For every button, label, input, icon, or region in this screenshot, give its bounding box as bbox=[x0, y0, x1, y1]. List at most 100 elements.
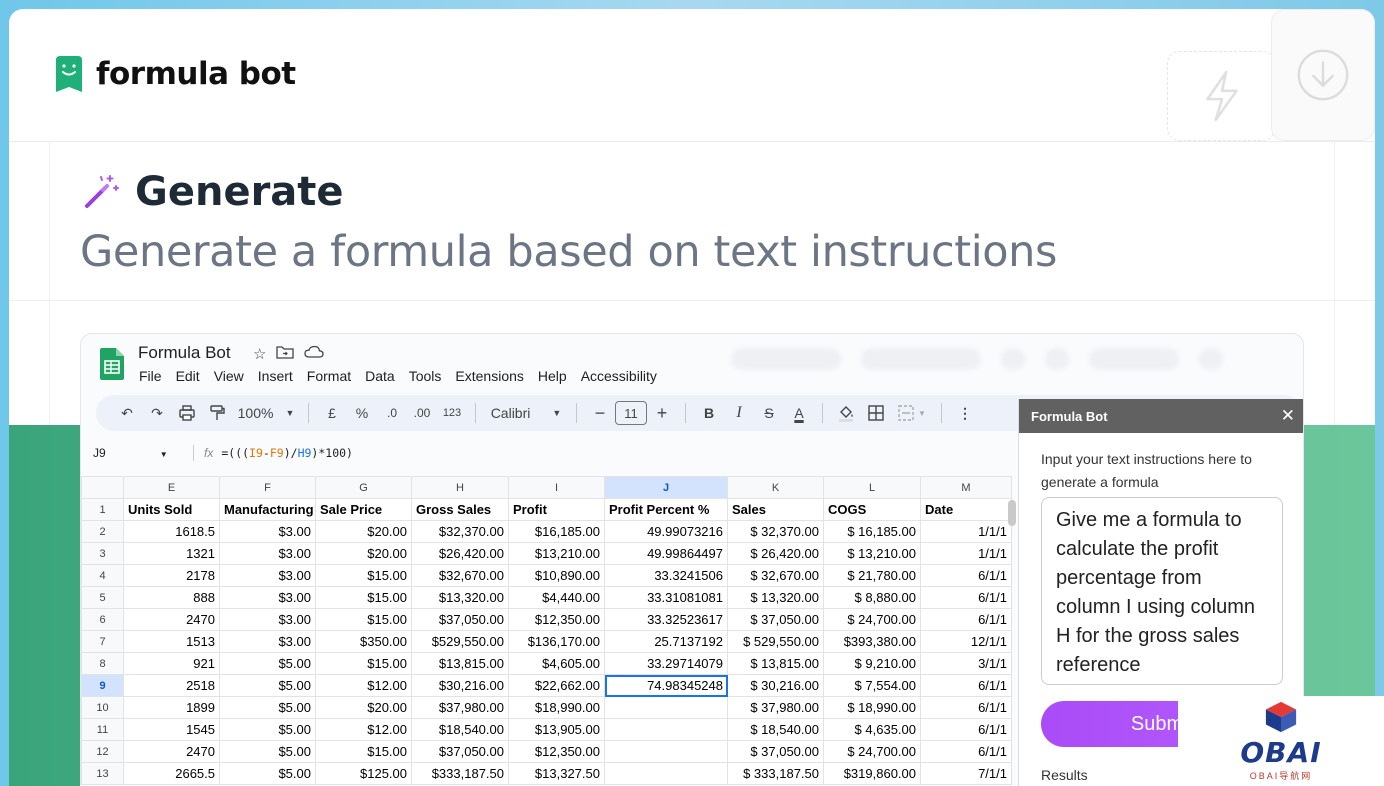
table-cell[interactable] bbox=[604, 762, 728, 785]
table-cell[interactable]: $16,185.00 bbox=[508, 520, 605, 543]
formula-input[interactable]: =(((I9-F9)/H9)*100) bbox=[221, 446, 353, 460]
table-cell[interactable] bbox=[604, 696, 728, 719]
header-cell[interactable]: Profit bbox=[508, 498, 605, 521]
table-cell[interactable]: 1513 bbox=[123, 630, 220, 653]
table-cell[interactable]: $ 333,187.50 bbox=[727, 762, 824, 785]
table-cell[interactable]: 6/1/1 bbox=[920, 608, 1012, 631]
row-header[interactable]: 2 bbox=[81, 520, 124, 543]
cloud-status-icon[interactable] bbox=[304, 345, 325, 363]
table-cell[interactable]: $15.00 bbox=[315, 740, 412, 763]
table-cell[interactable]: 25.7137192 bbox=[604, 630, 728, 653]
row-header[interactable]: 12 bbox=[81, 740, 124, 763]
menu-format[interactable]: Format bbox=[307, 368, 351, 384]
table-cell[interactable]: 33.29714079 bbox=[604, 652, 728, 675]
table-cell[interactable]: 33.31081081 bbox=[604, 586, 728, 609]
header-cell[interactable]: Gross Sales bbox=[411, 498, 509, 521]
column-header-e[interactable]: E bbox=[123, 476, 220, 499]
header-cell[interactable]: Sale Price bbox=[315, 498, 412, 521]
table-cell[interactable]: 33.3241506 bbox=[604, 564, 728, 587]
table-cell[interactable]: $5.00 bbox=[219, 696, 316, 719]
table-cell[interactable]: $13,327.50 bbox=[508, 762, 605, 785]
bold-button[interactable]: B bbox=[694, 399, 724, 427]
menu-edit[interactable]: Edit bbox=[176, 368, 200, 384]
row-header[interactable]: 6 bbox=[81, 608, 124, 631]
table-cell[interactable]: 6/1/1 bbox=[920, 586, 1012, 609]
table-cell[interactable]: $ 24,700.00 bbox=[823, 740, 921, 763]
header-cell[interactable]: Manufacturing bbox=[219, 498, 316, 521]
table-cell[interactable]: 6/1/1 bbox=[920, 564, 1012, 587]
table-cell[interactable]: $5.00 bbox=[219, 674, 316, 697]
row-header[interactable]: 11 bbox=[81, 718, 124, 741]
table-cell[interactable]: $13,815.00 bbox=[411, 652, 509, 675]
table-cell[interactable]: 2178 bbox=[123, 564, 220, 587]
table-cell[interactable]: $ 30,216.00 bbox=[727, 674, 824, 697]
table-cell[interactable]: $ 26,420.00 bbox=[727, 542, 824, 565]
undo-icon[interactable]: ↶ bbox=[112, 399, 142, 427]
table-cell[interactable]: 12/1/1 bbox=[920, 630, 1012, 653]
table-cell[interactable] bbox=[604, 740, 728, 763]
table-cell[interactable]: $13,320.00 bbox=[411, 586, 509, 609]
table-cell[interactable]: $5.00 bbox=[219, 740, 316, 763]
row-header[interactable]: 5 bbox=[81, 586, 124, 609]
table-cell[interactable]: $ 18,540.00 bbox=[727, 718, 824, 741]
table-cell[interactable]: $350.00 bbox=[315, 630, 412, 653]
table-cell[interactable]: $15.00 bbox=[315, 586, 412, 609]
table-cell[interactable]: $37,050.00 bbox=[411, 740, 509, 763]
menu-accessibility[interactable]: Accessibility bbox=[581, 368, 657, 384]
table-cell[interactable]: 2518 bbox=[123, 674, 220, 697]
row-header[interactable]: 7 bbox=[81, 630, 124, 653]
table-cell[interactable]: 921 bbox=[123, 652, 220, 675]
row-header[interactable]: 3 bbox=[81, 542, 124, 565]
column-header-j[interactable]: J bbox=[604, 476, 728, 499]
row-header[interactable]: 9 bbox=[81, 674, 124, 697]
close-icon[interactable]: ✕ bbox=[1281, 406, 1295, 426]
corner-cell[interactable] bbox=[81, 476, 124, 499]
header-cell[interactable]: Units Sold bbox=[123, 498, 220, 521]
table-cell[interactable]: $ 7,554.00 bbox=[823, 674, 921, 697]
vertical-scrollbar[interactable] bbox=[1008, 500, 1016, 526]
instruction-textarea[interactable]: Give me a formula to calculate the profi… bbox=[1041, 497, 1283, 685]
table-cell[interactable]: 6/1/1 bbox=[920, 740, 1012, 763]
table-cell[interactable]: $37,050.00 bbox=[411, 608, 509, 631]
table-cell[interactable]: $5.00 bbox=[219, 762, 316, 785]
merge-cells-icon[interactable]: ▼ bbox=[891, 399, 933, 427]
decrease-font-size-button[interactable]: − bbox=[585, 399, 615, 427]
more-formats-button[interactable]: 123 bbox=[437, 399, 467, 427]
table-cell[interactable]: $3.00 bbox=[219, 586, 316, 609]
table-cell[interactable]: $ 13,815.00 bbox=[727, 652, 824, 675]
table-cell[interactable]: $5.00 bbox=[219, 718, 316, 741]
borders-icon[interactable] bbox=[861, 399, 891, 427]
currency-format-button[interactable]: £ bbox=[317, 399, 347, 427]
font-select[interactable]: Calibri ▼ bbox=[484, 399, 568, 427]
row-header[interactable]: 1 bbox=[81, 498, 124, 521]
percent-format-button[interactable]: % bbox=[347, 399, 377, 427]
column-header-m[interactable]: M bbox=[920, 476, 1012, 499]
table-cell[interactable]: 888 bbox=[123, 586, 220, 609]
table-cell[interactable]: $ 37,050.00 bbox=[727, 740, 824, 763]
table-cell[interactable]: 49.99864497 bbox=[604, 542, 728, 565]
column-header-i[interactable]: I bbox=[508, 476, 605, 499]
table-cell[interactable]: $ 16,185.00 bbox=[823, 520, 921, 543]
text-color-button[interactable]: A bbox=[784, 399, 814, 427]
table-cell[interactable]: $20.00 bbox=[315, 520, 412, 543]
table-cell[interactable]: $20.00 bbox=[315, 542, 412, 565]
table-cell[interactable]: $ 529,550.00 bbox=[727, 630, 824, 653]
font-size-input[interactable]: 11 bbox=[615, 401, 647, 425]
table-cell[interactable]: $393,380.00 bbox=[823, 630, 921, 653]
brand[interactable]: formula bot bbox=[54, 54, 296, 94]
table-cell[interactable]: 6/1/1 bbox=[920, 674, 1012, 697]
table-cell[interactable]: $18,540.00 bbox=[411, 718, 509, 741]
more-options-icon[interactable]: ⋮ bbox=[950, 399, 980, 427]
table-cell[interactable]: 6/1/1 bbox=[920, 718, 1012, 741]
table-cell[interactable]: $15.00 bbox=[315, 608, 412, 631]
table-cell[interactable]: $ 13,320.00 bbox=[727, 586, 824, 609]
table-cell[interactable]: $ 8,880.00 bbox=[823, 586, 921, 609]
table-cell[interactable]: $12.00 bbox=[315, 718, 412, 741]
table-cell[interactable]: $ 24,700.00 bbox=[823, 608, 921, 631]
increase-decimal-button[interactable]: .00 bbox=[407, 399, 437, 427]
menu-file[interactable]: File bbox=[139, 368, 162, 384]
row-header[interactable]: 10 bbox=[81, 696, 124, 719]
table-cell[interactable]: $15.00 bbox=[315, 564, 412, 587]
name-box[interactable]: J9 ▼ bbox=[81, 446, 181, 460]
header-cell[interactable]: Date bbox=[920, 498, 1012, 521]
